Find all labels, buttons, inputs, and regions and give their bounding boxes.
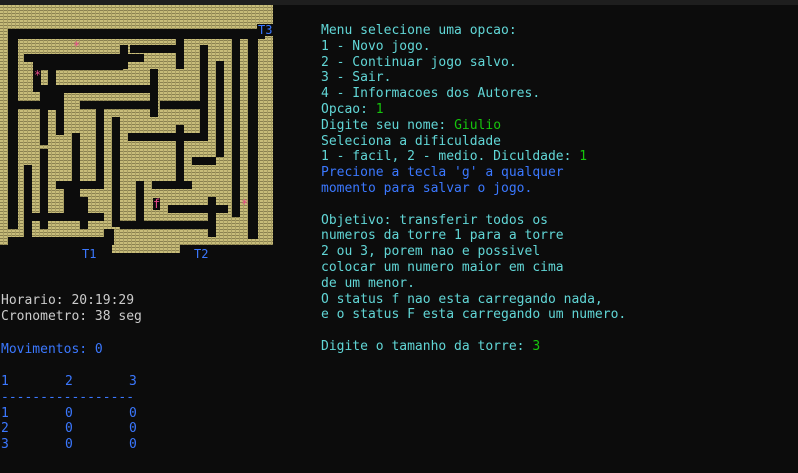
menu-option: 3 - Sair. xyxy=(321,70,392,86)
table-cell: 0 xyxy=(129,405,137,421)
moves-counter: Movimentos: 0 xyxy=(1,342,103,357)
difficulty-label: 1 - facil, 2 - medio. Diculdade: xyxy=(321,149,580,165)
tower-3-label: T3 xyxy=(257,23,274,37)
difficulty-title: Seleciona a dificuldade xyxy=(321,133,502,149)
tower-size-input[interactable]: 3 xyxy=(532,339,540,354)
maze-corridor xyxy=(112,117,120,227)
maze-board: T3 T1 T2 * * * f xyxy=(0,5,274,261)
maze-walls xyxy=(0,5,273,261)
maze-corridor xyxy=(56,85,64,135)
maze-corridor xyxy=(176,125,184,185)
name-input[interactable]: Giulio xyxy=(454,118,501,133)
number-marker: * xyxy=(34,68,42,82)
tower-size-prompt: Digite o tamanho da torre: 3 xyxy=(321,339,791,355)
difficulty-input[interactable]: 1 xyxy=(579,149,587,164)
maze-corridor xyxy=(33,62,123,70)
menu-panel: Menu selecione uma opcao: 1 - Novo jogo.… xyxy=(321,23,791,355)
table-cell: 2 xyxy=(1,421,9,437)
table-header-row: 1 2 3 xyxy=(1,374,137,390)
table-row: 1 0 0 xyxy=(1,405,137,422)
objective-text: numeros da torre 1 para a torre xyxy=(321,228,564,244)
maze-corridor xyxy=(216,61,224,157)
maze-corridor xyxy=(8,29,265,39)
maze-corridor xyxy=(56,85,152,93)
objective-text: colocar um numero maior em cima xyxy=(321,259,564,275)
maze-corridor xyxy=(112,253,180,261)
menu-option: 2 - Continuar jogo salvo. xyxy=(321,54,517,70)
column-header: 1 xyxy=(1,374,9,389)
maze-corridor xyxy=(150,69,158,117)
maze-corridor xyxy=(152,181,192,189)
objective-text: 2 ou 3, porem nao e possivel xyxy=(321,244,541,260)
maze-corridor xyxy=(80,101,150,109)
table-cell: 0 xyxy=(129,421,137,437)
table-cell: 0 xyxy=(129,437,137,453)
column-header: 3 xyxy=(129,374,137,389)
objective-text: de um menor. xyxy=(321,275,415,291)
maze-corridor xyxy=(96,101,104,189)
table-cell: 3 xyxy=(1,437,9,453)
table-cell: 0 xyxy=(65,405,73,421)
column-header: 2 xyxy=(65,374,73,389)
maze-corridor xyxy=(136,181,144,221)
maze-corridor xyxy=(8,237,98,245)
maze-corridor xyxy=(248,29,258,239)
tower-1-label: T1 xyxy=(81,247,98,261)
table-row: 2 0 0 xyxy=(1,421,137,437)
option-prompt: Opcao: 1 xyxy=(321,102,791,118)
option-label: Opcao: xyxy=(321,101,376,117)
objective-text: Objetivo: transferir todos os xyxy=(321,212,548,228)
save-hint: Precione a tecla 'g' a qualquer xyxy=(321,165,564,181)
maze-corridor xyxy=(48,70,56,110)
name-prompt: Digite seu nome: Giulio xyxy=(321,118,791,134)
option-input[interactable]: 1 xyxy=(376,102,384,117)
maze-corridor xyxy=(128,133,208,141)
maze-corridor xyxy=(16,101,40,109)
maze-corridor xyxy=(130,45,178,53)
maze-corridor xyxy=(160,101,200,109)
maze-corridor xyxy=(80,197,88,229)
maze-corridor xyxy=(200,45,208,135)
clock-text: Horario: 20:19:29 xyxy=(1,293,135,308)
table-cell: 1 xyxy=(1,405,9,421)
table-row: 3 0 0 xyxy=(1,437,137,453)
menu-title: Menu selecione uma opcao: xyxy=(321,23,517,38)
maze-corridor xyxy=(56,181,96,189)
player-marker: f xyxy=(153,197,161,211)
maze-corridor xyxy=(232,37,240,217)
objective-text: O status f nao esta carregando nada, xyxy=(321,291,603,307)
maze-corridor xyxy=(24,221,32,241)
table-cell: 0 xyxy=(65,421,73,437)
maze-corridor xyxy=(176,29,184,69)
maze-corridor xyxy=(120,45,128,69)
maze-corridor xyxy=(192,157,216,165)
timer-text: Cronometro: 38 seg xyxy=(1,309,142,324)
number-marker: * xyxy=(241,197,249,211)
maze-corridor xyxy=(208,197,216,237)
number-marker: * xyxy=(73,39,81,53)
menu-option: 1 - Novo jogo. xyxy=(321,38,431,54)
maze-corridor xyxy=(120,221,216,229)
save-hint: momento para salvar o jogo. xyxy=(321,180,533,196)
table-separator: ----------------- xyxy=(1,389,135,405)
maze-corridor xyxy=(168,205,228,213)
tower-table: 1 2 3 ----------------- 1 0 0 2 0 0 3 0 … xyxy=(1,374,137,453)
maze-corridor xyxy=(64,181,72,221)
name-label: Digite seu nome: xyxy=(321,117,455,133)
difficulty-prompt: 1 - facil, 2 - medio. Diculdade: 1 xyxy=(321,149,791,165)
maze-corridor xyxy=(8,29,18,229)
menu-option: 4 - Informacoes dos Autores. xyxy=(321,86,541,102)
maze-corridor xyxy=(72,133,80,213)
tower-size-label: Digite o tamanho da torre: xyxy=(321,338,533,354)
tower-2-label: T2 xyxy=(193,247,210,261)
objective-text: e o status F esta carregando um numero. xyxy=(321,307,627,323)
table-cell: 0 xyxy=(65,437,73,453)
maze-corridor xyxy=(40,85,48,145)
